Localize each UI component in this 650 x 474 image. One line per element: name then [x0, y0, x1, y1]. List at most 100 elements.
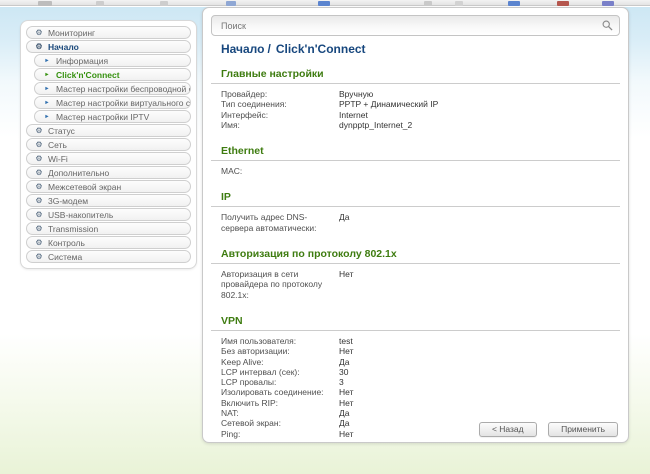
sidebar-item[interactable]: ► Мастер настройки виртуального сервера [34, 96, 191, 109]
toolbar-icon-fragment [96, 1, 104, 6]
setting-value: Нет [339, 387, 353, 397]
setting-value: Да [339, 408, 349, 418]
section-title: VPN [211, 315, 620, 331]
apply-button[interactable]: Применить [548, 422, 618, 437]
setting-value: PPTP + Динамический IP [339, 99, 438, 109]
sidebar-item[interactable]: ► Информация [34, 54, 191, 67]
settings-row: Keep Alive: Да [221, 357, 610, 367]
setting-value: Нет [339, 398, 353, 408]
section-rows: Провайдер: Вручную Тип соединения: PPTP … [221, 89, 610, 130]
sidebar-item-label: Статус [48, 126, 75, 136]
breadcrumb-page: Click'n'Connect [276, 42, 366, 56]
sidebar-item[interactable]: ⚙ Дополнительно [26, 166, 191, 179]
sidebar-item[interactable]: ⚙ Статус [26, 124, 191, 137]
toolbar-icon-fragment [508, 1, 520, 6]
sidebar-item-label: Мастер настройки виртуального сервера [56, 98, 191, 108]
gear-icon: ⚙ [35, 43, 43, 51]
setting-value: Нет [339, 429, 353, 439]
sidebar-item-label: Система [48, 252, 82, 262]
toolbar-icon-fragment [226, 1, 236, 6]
setting-value: Вручную [339, 89, 373, 99]
gear-icon: ⚙ [35, 29, 43, 37]
page-background: ⚙ Мониторинг ⚙ Начало ► Информация ► Cli… [0, 7, 650, 474]
settings-row: LCP интервал (сек): 30 [221, 367, 610, 377]
setting-label: Сетевой экран: [221, 418, 339, 428]
sidebar-item[interactable]: ⚙ Transmission [26, 222, 191, 235]
settings-row: Включить RIP: Нет [221, 398, 610, 408]
sidebar-item[interactable]: ⚙ Контроль [26, 236, 191, 249]
sidebar-item[interactable]: ⚙ 3G-модем [26, 194, 191, 207]
section-rows: Авторизация в сети провайдера по протоко… [221, 269, 610, 300]
setting-value: Internet [339, 110, 368, 120]
sidebar-item-label: Начало [48, 42, 79, 52]
sidebar-item[interactable]: ⚙ Сеть [26, 138, 191, 151]
footer-buttons: < Назад Применить [472, 419, 618, 437]
setting-value: Да [339, 418, 349, 428]
back-button[interactable]: < Назад [479, 422, 537, 437]
setting-label: Keep Alive: [221, 357, 339, 367]
setting-label: Ping: [221, 429, 339, 439]
search-input[interactable] [211, 15, 620, 36]
toolbar-icon-fragment [318, 1, 330, 6]
arrow-bullet-icon: ► [43, 71, 51, 79]
setting-label: Имя пользователя: [221, 336, 339, 346]
section-title: IP [211, 191, 620, 207]
sidebar-item[interactable]: ⚙ Wi-Fi [26, 152, 191, 165]
sidebar-item[interactable]: ⚙ Система [26, 250, 191, 263]
setting-label: MAC: [221, 166, 339, 176]
settings-row: Тип соединения: PPTP + Динамический IP [221, 99, 610, 109]
arrow-bullet-icon: ► [43, 57, 51, 65]
arrow-bullet-icon: ► [43, 85, 51, 93]
search-icon[interactable] [602, 20, 613, 31]
setting-label: Включить RIP: [221, 398, 339, 408]
settings-row: NAT: Да [221, 408, 610, 418]
setting-label: LCP провалы: [221, 377, 339, 387]
sidebar-item[interactable]: ⚙ Начало [26, 40, 191, 53]
sidebar-item-label: Мониторинг [48, 28, 95, 38]
toolbar-icon-fragment [38, 1, 52, 6]
settings-row: Без авторизации: Нет [221, 346, 610, 356]
setting-value: 30 [339, 367, 348, 377]
sidebar-item[interactable]: ► Click'n'Connect [34, 68, 191, 81]
setting-value: test [339, 336, 353, 346]
sidebar-item-label: Информация [56, 56, 108, 66]
settings-section: Главные настройки Провайдер: Вручную Тип… [221, 68, 610, 130]
breadcrumb: Начало/ Click'n'Connect [221, 42, 610, 56]
settings-row: Интерфейс: Internet [221, 110, 610, 120]
sidebar-item-label: Transmission [48, 224, 98, 234]
section-title: Главные настройки [211, 68, 620, 84]
gear-icon: ⚙ [35, 183, 43, 191]
setting-label: Провайдер: [221, 89, 339, 99]
setting-value: Нет [339, 346, 353, 356]
gear-icon: ⚙ [35, 141, 43, 149]
settings-row: MAC: [221, 166, 610, 176]
sidebar-item-label: Click'n'Connect [56, 70, 120, 80]
sidebar-item-label: Мастер настройки IPTV [56, 112, 149, 122]
sidebar-item[interactable]: ► Мастер настройки беспроводной сети [34, 82, 191, 95]
sidebar-item[interactable]: ⚙ Мониторинг [26, 26, 191, 39]
setting-value: Да [339, 212, 349, 233]
sidebar-item[interactable]: ⚙ USB-накопитель [26, 208, 191, 221]
setting-value: dynpptp_Internet_2 [339, 120, 412, 130]
settings-sections: Главные настройки Провайдер: Вручную Тип… [221, 68, 610, 439]
section-title: Ethernet [211, 145, 620, 161]
sidebar-item[interactable]: ► Мастер настройки IPTV [34, 110, 191, 123]
gear-icon: ⚙ [35, 155, 43, 163]
section-rows: Получить адрес DNS-сервера автоматически… [221, 212, 610, 233]
gear-icon: ⚙ [35, 169, 43, 177]
settings-row: Провайдер: Вручную [221, 89, 610, 99]
gear-icon: ⚙ [35, 239, 43, 247]
breadcrumb-separator: / [267, 42, 270, 56]
toolbar-icon-fragment [424, 1, 432, 6]
setting-value: Да [339, 357, 349, 367]
sidebar-item-label: 3G-модем [48, 196, 88, 206]
sidebar-item-label: Мастер настройки беспроводной сети [56, 84, 191, 94]
sidebar-item[interactable]: ⚙ Межсетевой экран [26, 180, 191, 193]
setting-label: Тип соединения: [221, 99, 339, 109]
sidebar-item-label: Сеть [48, 140, 67, 150]
toolbar-icon-fragment [557, 1, 569, 6]
sidebar-item-label: Контроль [48, 238, 85, 248]
gear-icon: ⚙ [35, 211, 43, 219]
breadcrumb-section[interactable]: Начало [221, 42, 264, 56]
settings-section: Ethernet MAC: [221, 145, 610, 176]
